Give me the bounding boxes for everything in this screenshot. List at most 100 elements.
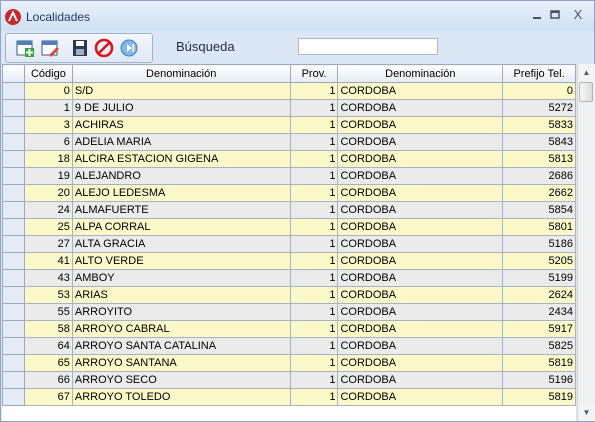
cell-codigo[interactable]: 1	[23, 99, 73, 117]
cell-prov[interactable]: 1	[289, 286, 339, 304]
table-row[interactable]: 6 ADELIA MARIA 1 CORDOBA 5843	[2, 133, 576, 151]
cell-prefijo-tel[interactable]: 5813	[502, 150, 576, 168]
column-header-prov[interactable]: Prov.	[289, 64, 339, 83]
column-header-prov-denominacion[interactable]: Denominación	[337, 64, 504, 83]
cell-denominacion[interactable]: ARIAS	[71, 286, 291, 304]
edit-record-button[interactable]	[39, 37, 61, 59]
cell-prov-denominacion[interactable]: CORDOBA	[337, 388, 504, 406]
scroll-up-arrow-icon[interactable]: ▲	[578, 64, 595, 81]
cell-denominacion[interactable]: ALEJO LEDESMA	[71, 184, 291, 202]
cell-prefijo-tel[interactable]: 2686	[502, 167, 576, 185]
cell-prov-denominacion[interactable]: CORDOBA	[337, 99, 504, 117]
cell-prefijo-tel[interactable]: 5272	[502, 99, 576, 117]
vertical-scrollbar[interactable]: ▲ ▼	[577, 64, 595, 421]
cell-prov[interactable]: 1	[289, 184, 339, 202]
cell-prefijo-tel[interactable]: 5833	[502, 116, 576, 134]
row-selector[interactable]	[2, 388, 25, 406]
cell-prov-denominacion[interactable]: CORDOBA	[337, 235, 504, 253]
cancel-button[interactable]	[93, 37, 115, 59]
cell-codigo[interactable]: 19	[23, 167, 73, 185]
row-selector[interactable]	[2, 82, 25, 100]
cell-prov[interactable]: 1	[289, 337, 339, 355]
table-row[interactable]: 18 ALCIRA ESTACION GIGENA 1 CORDOBA 5813	[2, 150, 576, 168]
table-row[interactable]: 43 AMBOY 1 CORDOBA 5199	[2, 269, 576, 287]
cell-denominacion[interactable]: ACHIRAS	[71, 116, 291, 134]
cell-prov-denominacion[interactable]: CORDOBA	[337, 133, 504, 151]
cell-prov-denominacion[interactable]: CORDOBA	[337, 167, 504, 185]
cell-denominacion[interactable]: ARROYO SECO	[71, 371, 291, 389]
cell-prefijo-tel[interactable]: 5917	[502, 320, 576, 338]
cell-codigo[interactable]: 66	[23, 371, 73, 389]
scroll-down-arrow-icon[interactable]: ▼	[578, 404, 595, 421]
table-row[interactable]: 19 ALEJANDRO 1 CORDOBA 2686	[2, 167, 576, 185]
table-row[interactable]: 55 ARROYITO 1 CORDOBA 2434	[2, 303, 576, 321]
cell-prov-denominacion[interactable]: CORDOBA	[337, 320, 504, 338]
cell-prefijo-tel[interactable]: 5854	[502, 201, 576, 219]
row-selector[interactable]	[2, 286, 25, 304]
row-selector[interactable]	[2, 116, 25, 134]
cell-codigo[interactable]: 3	[23, 116, 73, 134]
cell-codigo[interactable]: 67	[23, 388, 73, 406]
cell-prefijo-tel[interactable]: 2624	[502, 286, 576, 304]
row-selector[interactable]	[2, 184, 25, 202]
cell-codigo[interactable]: 53	[23, 286, 73, 304]
cell-prefijo-tel[interactable]: 5801	[502, 218, 576, 236]
cell-codigo[interactable]: 6	[23, 133, 73, 151]
cell-prov-denominacion[interactable]: CORDOBA	[337, 286, 504, 304]
close-button[interactable]: X	[569, 7, 587, 23]
row-selector[interactable]	[2, 167, 25, 185]
cell-prov-denominacion[interactable]: CORDOBA	[337, 269, 504, 287]
row-selector[interactable]	[2, 320, 25, 338]
cell-codigo[interactable]: 41	[23, 252, 73, 270]
cell-codigo[interactable]: 27	[23, 235, 73, 253]
cell-prov-denominacion[interactable]: CORDOBA	[337, 337, 504, 355]
cell-codigo[interactable]: 65	[23, 354, 73, 372]
table-row[interactable]: 64 ARROYO SANTA CATALINA 1 CORDOBA 5825	[2, 337, 576, 355]
cell-prov[interactable]: 1	[289, 99, 339, 117]
table-row[interactable]: 66 ARROYO SECO 1 CORDOBA 5196	[2, 371, 576, 389]
cell-prefijo-tel[interactable]: 5205	[502, 252, 576, 270]
cell-prov[interactable]: 1	[289, 354, 339, 372]
cell-prefijo-tel[interactable]: 0	[502, 82, 576, 100]
cell-prov-denominacion[interactable]: CORDOBA	[337, 303, 504, 321]
cell-denominacion[interactable]: ALCIRA ESTACION GIGENA	[71, 150, 291, 168]
minimize-button[interactable]	[528, 7, 546, 23]
cell-prov-denominacion[interactable]: CORDOBA	[337, 218, 504, 236]
cell-prov[interactable]: 1	[289, 133, 339, 151]
search-input[interactable]	[298, 38, 438, 55]
table-row[interactable]: 0 S/D 1 CORDOBA 0	[2, 82, 576, 100]
cell-prefijo-tel[interactable]: 5196	[502, 371, 576, 389]
exit-button[interactable]	[118, 37, 140, 59]
row-selector[interactable]	[2, 252, 25, 270]
cell-prov-denominacion[interactable]: CORDOBA	[337, 371, 504, 389]
cell-prov[interactable]: 1	[289, 235, 339, 253]
maximize-button[interactable]	[546, 7, 564, 23]
cell-denominacion[interactable]: 9 DE JULIO	[71, 99, 291, 117]
title-bar[interactable]: Localidades X	[1, 1, 594, 31]
cell-prefijo-tel[interactable]: 5186	[502, 235, 576, 253]
row-selector[interactable]	[2, 150, 25, 168]
cell-prefijo-tel[interactable]: 5825	[502, 337, 576, 355]
row-selector[interactable]	[2, 269, 25, 287]
cell-denominacion[interactable]: ALPA CORRAL	[71, 218, 291, 236]
cell-denominacion[interactable]: ARROYITO	[71, 303, 291, 321]
cell-prov-denominacion[interactable]: CORDOBA	[337, 184, 504, 202]
table-row[interactable]: 41 ALTO VERDE 1 CORDOBA 5205	[2, 252, 576, 270]
cell-denominacion[interactable]: ARROYO TOLEDO	[71, 388, 291, 406]
cell-denominacion[interactable]: ALTA GRACIA	[71, 235, 291, 253]
cell-prefijo-tel[interactable]: 5843	[502, 133, 576, 151]
scrollbar-thumb[interactable]	[579, 82, 593, 102]
row-selector[interactable]	[2, 133, 25, 151]
table-row[interactable]: 25 ALPA CORRAL 1 CORDOBA 5801	[2, 218, 576, 236]
column-header-denominacion[interactable]: Denominación	[71, 64, 291, 83]
row-selector-header[interactable]	[2, 64, 25, 83]
cell-denominacion[interactable]: ALEJANDRO	[71, 167, 291, 185]
cell-prefijo-tel[interactable]: 2434	[502, 303, 576, 321]
cell-codigo[interactable]: 24	[23, 201, 73, 219]
cell-prov[interactable]: 1	[289, 303, 339, 321]
cell-prov-denominacion[interactable]: CORDOBA	[337, 354, 504, 372]
cell-prefijo-tel[interactable]: 5199	[502, 269, 576, 287]
cell-prov[interactable]: 1	[289, 82, 339, 100]
cell-prov[interactable]: 1	[289, 388, 339, 406]
column-header-prefijo-tel[interactable]: Prefijo Tel.	[502, 64, 576, 83]
